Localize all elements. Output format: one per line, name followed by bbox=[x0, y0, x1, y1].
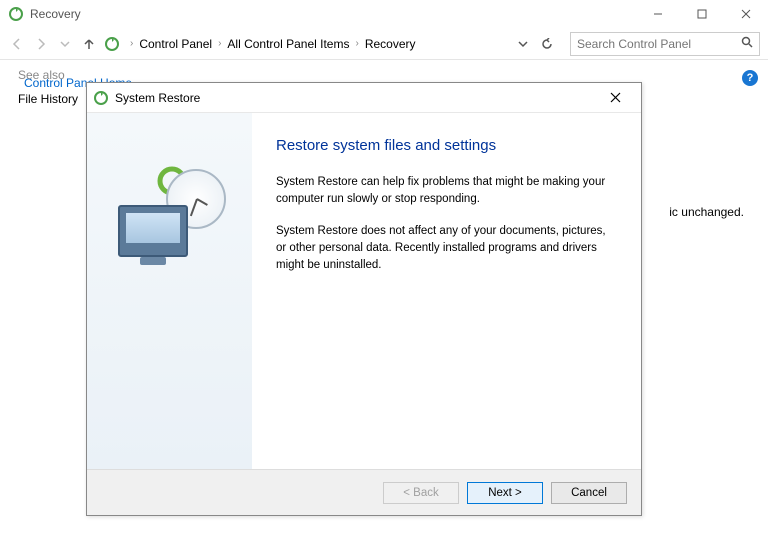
dialog-close-button[interactable] bbox=[595, 84, 635, 112]
system-restore-icon bbox=[93, 90, 109, 106]
chevron-right-icon: › bbox=[355, 38, 358, 49]
back-button: < Back bbox=[383, 482, 459, 504]
nav-forward-button[interactable] bbox=[32, 35, 50, 53]
dialog-heading: Restore system files and settings bbox=[276, 137, 617, 154]
minimize-button[interactable] bbox=[636, 0, 680, 28]
dialog-sidebar-graphic bbox=[87, 113, 252, 469]
search-box[interactable] bbox=[570, 32, 760, 56]
chevron-right-icon: › bbox=[218, 38, 221, 49]
system-restore-dialog: System Restore Restore system files and … bbox=[86, 82, 642, 516]
dialog-paragraph: System Restore can help fix problems tha… bbox=[276, 174, 617, 207]
breadcrumb-item[interactable]: Control Panel bbox=[137, 35, 214, 53]
control-panel-icon bbox=[104, 36, 120, 52]
breadcrumb: › Control Panel › All Control Panel Item… bbox=[130, 35, 418, 53]
breadcrumb-item[interactable]: All Control Panel Items bbox=[225, 35, 351, 53]
system-restore-graphic-icon bbox=[110, 163, 230, 273]
nav-recent-dropdown[interactable] bbox=[56, 35, 74, 53]
chevron-right-icon: › bbox=[130, 38, 133, 49]
address-dropdown-button[interactable] bbox=[514, 35, 532, 53]
breadcrumb-item[interactable]: Recovery bbox=[363, 35, 418, 53]
dialog-title: System Restore bbox=[115, 91, 200, 105]
dialog-footer: < Back Next > Cancel bbox=[87, 469, 641, 515]
search-icon[interactable] bbox=[741, 36, 753, 51]
search-input[interactable] bbox=[577, 37, 741, 51]
recovery-app-icon bbox=[8, 6, 24, 22]
maximize-button[interactable] bbox=[680, 0, 724, 28]
nav-up-button[interactable] bbox=[80, 35, 98, 53]
window-titlebar: Recovery bbox=[0, 0, 768, 28]
dialog-paragraph: System Restore does not affect any of yo… bbox=[276, 223, 617, 273]
cancel-button[interactable]: Cancel bbox=[551, 482, 627, 504]
file-history-link[interactable]: File History bbox=[18, 92, 78, 106]
see-also-label: See also bbox=[18, 68, 65, 82]
help-icon[interactable]: ? bbox=[742, 70, 758, 86]
navigation-bar: › Control Panel › All Control Panel Item… bbox=[0, 28, 768, 60]
close-button[interactable] bbox=[724, 0, 768, 28]
window-title: Recovery bbox=[30, 7, 81, 21]
dialog-titlebar: System Restore bbox=[87, 83, 641, 113]
nav-back-button[interactable] bbox=[8, 35, 26, 53]
background-partial-text: ic unchanged. bbox=[669, 205, 744, 219]
refresh-button[interactable] bbox=[538, 35, 556, 53]
next-button[interactable]: Next > bbox=[467, 482, 543, 504]
